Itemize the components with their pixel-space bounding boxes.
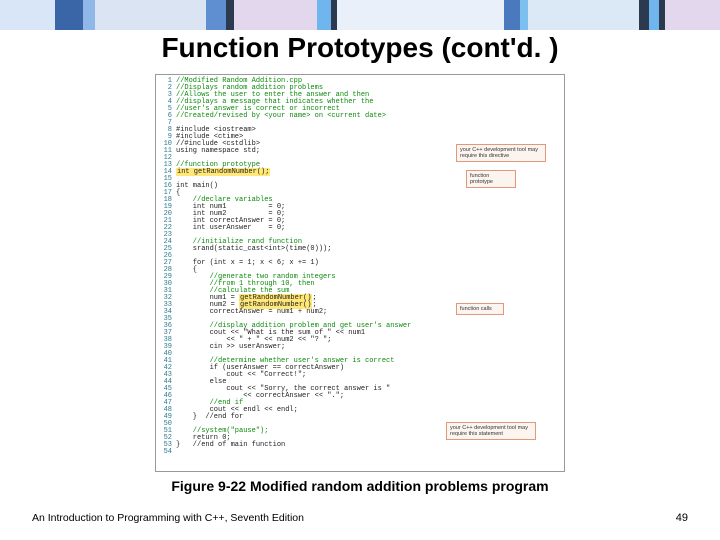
- code-line: 54: [156, 449, 564, 456]
- decorative-top-bar: [0, 0, 720, 30]
- code-line: 27 for (int x = 1; x < 6; x += 1): [156, 260, 564, 267]
- code-line: 39 cin >> userAnswer;: [156, 344, 564, 351]
- footer-page-number: 49: [676, 512, 688, 524]
- code-line: 14int getRandomNumber();: [156, 169, 564, 176]
- slide-title: Function Prototypes (cont'd. ): [0, 32, 720, 64]
- code-line: 22 int userAnswer = 0;: [156, 225, 564, 232]
- code-line: 34 correctAnswer = num1 + num2;: [156, 309, 564, 316]
- code-line: 49 } //end for: [156, 414, 564, 421]
- code-line: 11using namespace std;: [156, 148, 564, 155]
- code-line: 6//Created/revised by <your name> on <cu…: [156, 113, 564, 120]
- code-figure: your C++ development tool may require th…: [155, 74, 565, 472]
- figure-caption: Figure 9-22 Modified random addition pro…: [0, 478, 720, 494]
- code-line: 25 srand(static_cast<int>(time(0)));: [156, 246, 564, 253]
- code-line: 53} //end of main function: [156, 442, 564, 449]
- code-line: 16int main(): [156, 183, 564, 190]
- footer-book-title: An Introduction to Programming with C++,…: [32, 512, 304, 524]
